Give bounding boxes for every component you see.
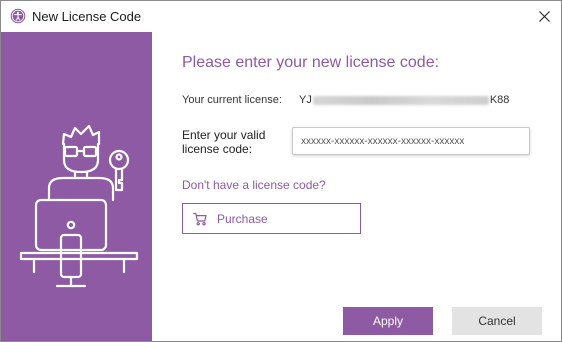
window-title: New License Code <box>32 9 142 24</box>
redacted-license-text <box>312 95 489 105</box>
no-license-code-link[interactable]: Don't have a license code? <box>182 178 326 192</box>
close-icon <box>538 11 550 22</box>
license-code-input[interactable] <box>292 127 530 155</box>
current-license-suffix: K88 <box>489 94 510 106</box>
person-at-computer-with-key-illustration <box>19 124 139 288</box>
license-dialog: New License Code Please enter your new l… <box>0 0 562 342</box>
page-title: Please enter your new license code: <box>182 54 440 71</box>
current-license-value: YJ K88 <box>299 94 509 106</box>
title-bar: New License Code <box>1 1 561 32</box>
purchase-label: Purchase <box>217 211 268 226</box>
license-code-field-label: Enter your valid license code: <box>182 128 266 156</box>
sidebar-panel <box>1 32 152 341</box>
apply-button[interactable]: Apply <box>343 307 433 335</box>
main-content: Please enter your new license code: Your… <box>152 32 561 341</box>
current-license-prefix: YJ <box>299 94 312 106</box>
shopping-cart-icon <box>193 212 207 225</box>
close-button[interactable] <box>527 1 561 32</box>
cancel-button[interactable]: Cancel <box>452 307 542 335</box>
current-license-label: Your current license: <box>182 94 282 106</box>
purchase-button[interactable]: Purchase <box>182 203 361 234</box>
accessibility-person-icon <box>10 8 26 24</box>
